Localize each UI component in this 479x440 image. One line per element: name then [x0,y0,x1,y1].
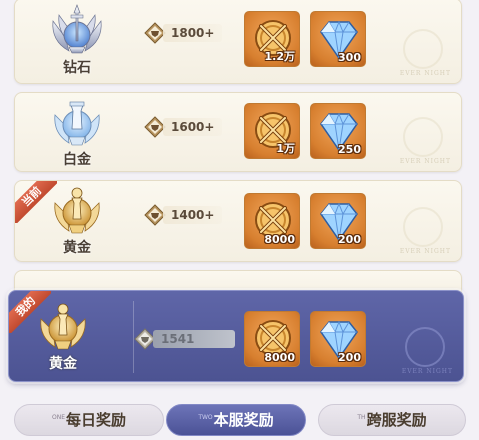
watermark-decoration [403,207,443,247]
reward-tabs: ONE每日奖励 TWO本服奖励 TH跨服奖励 [0,400,479,440]
points-requirement: 1400+ [143,203,223,227]
rank-emblem: 钻石 [47,1,107,77]
points-value: 1800+ [163,24,223,42]
reward-gold[interactable]: 8000 [244,311,300,367]
tab-label: 每日奖励 [66,411,127,429]
watermark-decoration [403,29,443,69]
watermark-text: EVER NIGHT [399,70,451,77]
reward-quantity: 200 [338,233,361,246]
reward-gold[interactable]: 1.2万 [244,11,300,67]
rank-card-diamond: EVER NIGHT 钻石 1800+ 1.2万 300 [14,0,462,84]
diamond-rank-icon [52,4,102,54]
tab-cross-server-rewards[interactable]: TH跨服奖励 [318,404,466,436]
tab-label: 跨服奖励 [366,411,427,429]
reward-quantity: 1.2万 [264,50,296,63]
watermark-text: EVER NIGHT [401,368,453,375]
reward-gold[interactable]: 1万 [244,103,300,159]
tab-daily-rewards[interactable]: ONE每日奖励 [14,404,164,436]
points-requirement: 1600+ [143,115,223,139]
rank-card-platinum: EVER NIGHT 白金 1600+ 1万 250 [14,92,462,172]
watermark-decoration [403,117,443,157]
points-value: 1400+ [163,206,223,224]
reward-quantity: 1万 [276,142,295,155]
reward-diamond[interactable]: 300 [310,11,366,67]
reward-diamond[interactable]: 250 [310,103,366,159]
points-value: 1600+ [163,118,223,136]
reward-diamond[interactable]: 200 [310,193,366,249]
rank-card-gold-current: EVER NIGHT 当前 黄金 1400+ 8000 200 [14,180,462,262]
rank-emblem: 黄金 [33,297,93,373]
my-points: 1541 [133,327,235,351]
watermark-text: EVER NIGHT [399,248,451,255]
watermark-decoration [405,327,445,367]
rank-name: 黄金 [63,240,91,256]
reward-quantity: 300 [338,51,361,64]
rank-name: 黄金 [49,356,77,372]
reward-quantity: 8000 [264,351,295,364]
watermark-text: EVER NIGHT [399,158,451,165]
rank-name: 白金 [63,152,91,168]
points-value: 1541 [153,330,235,348]
tab-server-rewards[interactable]: TWO本服奖励 [166,404,306,436]
platinum-rank-icon [54,101,100,146]
reward-diamond[interactable]: 200 [310,311,366,367]
tab-sup: TH [357,414,366,421]
reward-quantity: 250 [338,143,361,156]
rank-emblem: 白金 [47,93,107,169]
points-requirement: 1800+ [143,21,223,45]
reward-quantity: 8000 [264,233,295,246]
my-rank-card: EVER NIGHT 我的 黄金 1541 8000 200 [8,290,464,382]
tab-sup: TWO [198,414,213,421]
reward-gold[interactable]: 8000 [244,193,300,249]
rank-emblem: 黄金 [47,181,107,257]
rank-name: 钻石 [63,60,91,76]
tab-label: 本服奖励 [213,411,274,429]
tab-sup: ONE [51,414,65,421]
gold-rank-icon [54,187,100,234]
gold-rank-icon [40,303,86,350]
reward-quantity: 200 [338,351,361,364]
